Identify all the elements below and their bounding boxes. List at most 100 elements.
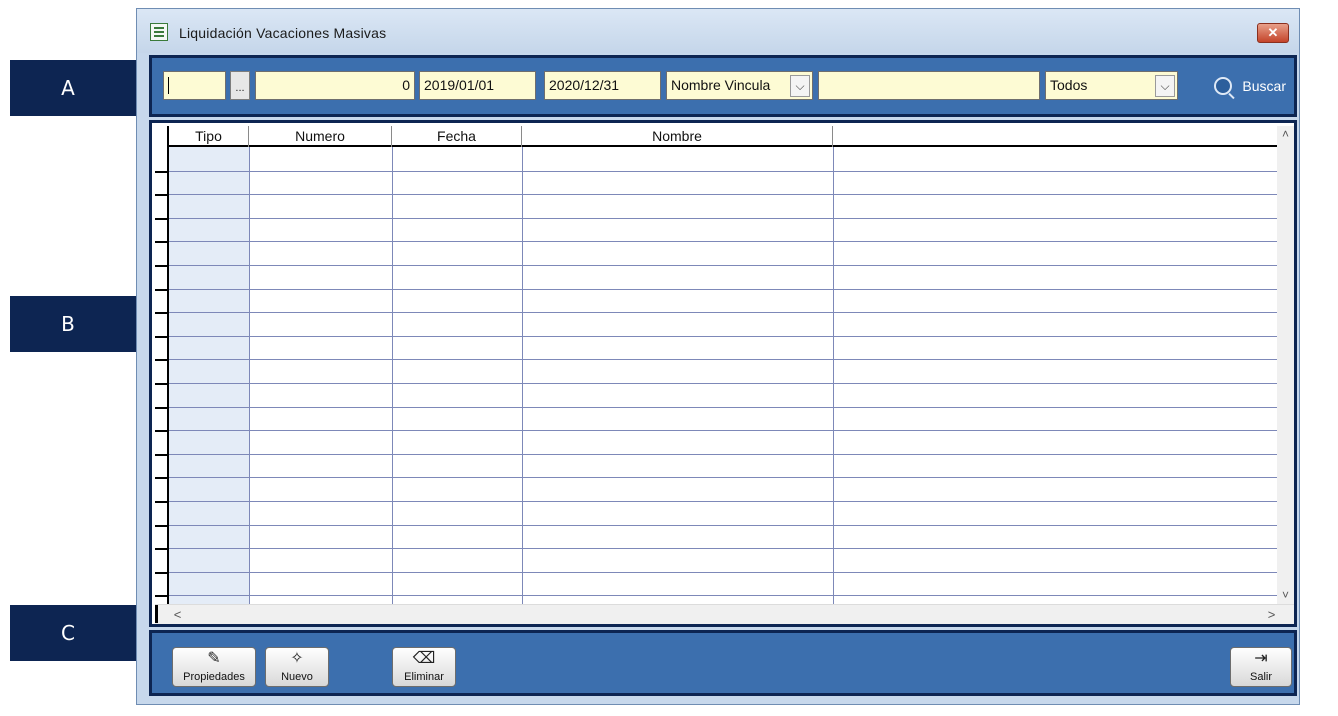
column-divider — [392, 147, 393, 604]
column-divider — [522, 147, 523, 604]
row-indicator[interactable] — [155, 595, 169, 598]
app-icon — [150, 23, 168, 41]
row-indicator[interactable] — [155, 477, 169, 480]
grid-row-line — [169, 335, 1277, 337]
first-column-shade — [169, 147, 249, 604]
lookup-ellipsis-button[interactable]: ... — [230, 71, 250, 100]
grid-row-line — [169, 170, 1277, 172]
grid-row-line — [169, 312, 1277, 314]
grid-row-line — [169, 430, 1277, 432]
grid-row-line — [169, 217, 1277, 219]
exit-button[interactable]: ⇥ Salir — [1230, 647, 1292, 687]
scroll-right-icon[interactable]: > — [1263, 606, 1280, 623]
row-indicator[interactable] — [155, 170, 169, 173]
grid-body: Tipo Numero Fecha Nombre — [152, 123, 1294, 624]
code-input[interactable] — [163, 71, 226, 100]
search-button-label: Buscar — [1242, 78, 1286, 94]
name-filter-value: Nombre Vincula — [671, 77, 771, 93]
horizontal-scrollbar[interactable]: < > — [155, 604, 1294, 624]
exit-door-icon: ⇥ — [1254, 650, 1268, 667]
grid-row-line — [169, 477, 1277, 479]
date-from-input[interactable]: 2019/01/01 — [419, 71, 536, 100]
row-indicator[interactable] — [155, 548, 169, 551]
row-indicator-column — [155, 126, 169, 604]
row-indicator[interactable] — [155, 194, 169, 197]
app-window: Liquidación Vacaciones Masivas ✕ ... 0 2… — [136, 8, 1300, 705]
scroll-down-icon[interactable]: ˅ — [1277, 587, 1294, 604]
grid-row-line — [169, 595, 1277, 597]
grid-row-line — [169, 288, 1277, 290]
column-divider — [249, 147, 250, 604]
row-indicator[interactable] — [155, 312, 169, 315]
column-header-tipo[interactable]: Tipo — [169, 126, 249, 147]
callout-a-label: A — [61, 76, 75, 100]
grid-header-row: Tipo Numero Fecha Nombre — [169, 126, 1277, 147]
grid-row-line — [169, 241, 1277, 243]
search-button[interactable]: Buscar — [1214, 72, 1286, 100]
records-grid[interactable]: Tipo Numero Fecha Nombre ˄ ˅ < > — [149, 120, 1297, 627]
row-indicator[interactable] — [155, 406, 169, 409]
status-filter-select[interactable]: Todos ⌵ — [1045, 71, 1178, 100]
row-indicator[interactable] — [155, 265, 169, 267]
column-header-numero[interactable]: Numero — [249, 126, 392, 147]
grid-row-line — [169, 383, 1277, 384]
row-indicator[interactable] — [155, 335, 169, 338]
name-filter-select[interactable]: Nombre Vincula ⌵ — [666, 71, 813, 100]
number-input[interactable]: 0 — [255, 71, 415, 100]
vertical-scrollbar[interactable]: ˄ ˅ — [1277, 126, 1294, 604]
grid-row-line — [169, 501, 1277, 502]
row-indicator[interactable] — [155, 288, 169, 291]
new-document-icon: ✧ — [290, 650, 304, 667]
search-text-input[interactable] — [818, 71, 1040, 100]
grid-row-line — [169, 194, 1277, 196]
properties-icon: ✎ — [207, 650, 221, 667]
search-icon — [1214, 77, 1233, 95]
exit-button-label: Salir — [1249, 671, 1272, 683]
title-bar: Liquidación Vacaciones Masivas ✕ — [137, 9, 1299, 53]
delete-button-label: Eliminar — [404, 671, 444, 683]
callout-c-label: C — [61, 621, 75, 645]
row-indicator[interactable] — [155, 217, 169, 220]
grid-row-line — [169, 571, 1277, 573]
column-divider — [833, 147, 834, 604]
grid-row-line — [169, 359, 1277, 361]
row-indicator[interactable] — [155, 241, 169, 244]
grid-row-line — [169, 453, 1277, 455]
delete-button[interactable]: ⌫ Eliminar — [392, 647, 456, 687]
scroll-left-icon[interactable]: < — [169, 606, 186, 623]
date-to-input[interactable]: 2020/12/31 — [544, 71, 661, 100]
row-marker — [155, 605, 158, 623]
row-indicator[interactable] — [155, 501, 169, 503]
row-indicator[interactable] — [155, 383, 169, 385]
callout-b: B — [10, 296, 166, 352]
action-bar: ✎ Propiedades ✧ Nuevo ⌫ Eliminar ⇥ Salir — [149, 630, 1297, 696]
row-indicator[interactable] — [155, 430, 169, 433]
screenshot-stage: A B C Liquidación Vacaciones Masivas ✕ .… — [0, 0, 1338, 716]
chevron-down-icon[interactable]: ⌵ — [1155, 75, 1175, 97]
grid-row-line — [169, 548, 1277, 550]
column-header-nombre[interactable]: Nombre — [522, 126, 833, 147]
callout-b-label: B — [61, 312, 75, 336]
filter-toolbar: ... 0 2019/01/01 2020/12/31 Nombre Vincu… — [149, 55, 1297, 117]
column-header-fecha[interactable]: Fecha — [392, 126, 522, 147]
properties-button-label: Propiedades — [183, 671, 245, 683]
row-indicator[interactable] — [155, 571, 169, 574]
text-caret — [168, 77, 169, 94]
chevron-down-icon[interactable]: ⌵ — [790, 75, 810, 97]
grid-row-line — [169, 524, 1277, 526]
new-button-label: Nuevo — [281, 671, 313, 683]
row-indicator[interactable] — [155, 524, 169, 527]
new-button[interactable]: ✧ Nuevo — [265, 647, 329, 687]
close-button[interactable]: ✕ — [1257, 23, 1289, 43]
row-indicator[interactable] — [155, 359, 169, 362]
properties-button[interactable]: ✎ Propiedades — [172, 647, 256, 687]
grid-row-line — [169, 406, 1277, 408]
callout-a: A — [10, 60, 166, 116]
status-filter-value: Todos — [1050, 77, 1088, 93]
callout-c: C — [10, 605, 166, 661]
grid-row-line — [169, 265, 1277, 266]
scroll-up-icon[interactable]: ˄ — [1277, 126, 1294, 143]
eraser-icon: ⌫ — [412, 650, 436, 667]
window-title: Liquidación Vacaciones Masivas — [179, 25, 387, 41]
row-indicator[interactable] — [155, 453, 169, 456]
